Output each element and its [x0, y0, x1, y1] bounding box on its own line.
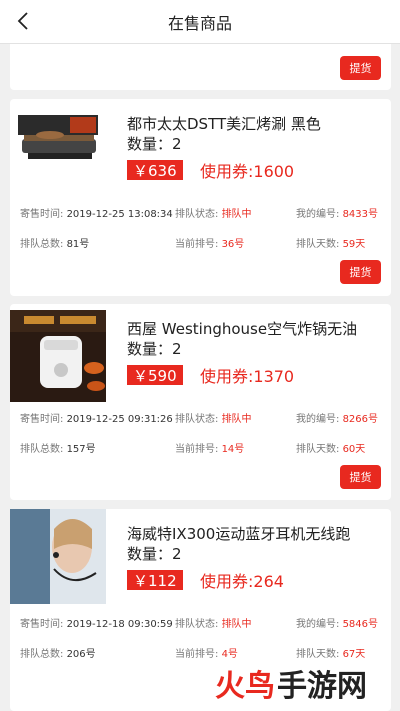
product-quantity: 数量：2: [127, 135, 182, 153]
product-card[interactable]: 都市太太DSTT美汇烤涮 黑色 数量：2 ￥636 使用券:1600 寄售时间:…: [10, 99, 391, 296]
price-tag: ￥112: [127, 570, 183, 590]
top-bar: 在售商品: [0, 0, 400, 44]
my-number: 我的编号: 8433号: [296, 205, 378, 220]
pickup-button[interactable]: 提货: [340, 56, 381, 80]
my-number-value: 8266号: [342, 414, 379, 425]
current-number: 当前排号: 36号: [175, 235, 244, 250]
my-number: 我的编号: 5846号: [296, 615, 378, 630]
queue-days-label: 排队天数:: [296, 239, 340, 250]
queue-total: 排队总数: 206号: [20, 645, 96, 660]
queue-total-value: 206号: [66, 649, 96, 660]
product-name: 海威特IX300运动蓝牙耳机无线跑: [127, 525, 351, 543]
consign-time-value: 2019-12-25 09:31:26: [66, 414, 173, 425]
queue-status-label: 排队状态:: [175, 414, 219, 425]
consign-time: 寄售时间: 2019-12-18 09:30:59: [20, 615, 173, 630]
queue-total: 排队总数: 157号: [20, 440, 96, 455]
queue-total-label: 排队总数:: [20, 649, 64, 660]
current-number-value: 14号: [221, 444, 245, 455]
queue-days-label: 排队天数:: [296, 444, 340, 455]
coupon-value: 使用券:1370: [200, 367, 295, 386]
my-number-label: 我的编号:: [296, 209, 340, 220]
queue-status: 排队状态: 排队中: [175, 410, 252, 425]
my-number-label: 我的编号:: [296, 414, 340, 425]
queue-status-value: 排队中: [221, 209, 252, 220]
queue-status-label: 排队状态:: [175, 619, 219, 630]
current-number: 当前排号: 4号: [175, 645, 238, 660]
pickup-button[interactable]: 提货: [340, 465, 381, 489]
product-image-grill: [10, 105, 106, 197]
queue-total-value: 81号: [66, 239, 90, 250]
price-tag: ￥636: [127, 160, 183, 180]
queue-days: 排队天数: 60天: [296, 440, 365, 455]
my-number-value: 8433号: [342, 209, 379, 220]
current-number-label: 当前排号:: [175, 444, 219, 455]
current-number-label: 当前排号:: [175, 239, 219, 250]
queue-days-value: 67天: [342, 649, 366, 660]
coupon-value: 使用券:264: [200, 572, 284, 591]
queue-days-label: 排队天数:: [296, 649, 340, 660]
product-image-air-fryer: [10, 310, 106, 402]
current-number-label: 当前排号:: [175, 649, 219, 660]
chevron-left-icon: [17, 12, 28, 30]
price-tag: ￥590: [127, 365, 183, 385]
consign-time-value: 2019-12-18 09:30:59: [66, 619, 173, 630]
queue-days-value: 59天: [342, 239, 366, 250]
consign-time: 寄售时间: 2019-12-25 13:08:34: [20, 205, 173, 220]
my-number-label: 我的编号:: [296, 619, 340, 630]
product-image-earphones: [10, 509, 106, 604]
queue-days-value: 60天: [342, 444, 366, 455]
queue-status: 排队状态: 排队中: [175, 615, 252, 630]
queue-total-value: 157号: [66, 444, 96, 455]
product-quantity: 数量：2: [127, 340, 182, 358]
pickup-button[interactable]: 提货: [340, 260, 381, 284]
current-number: 当前排号: 14号: [175, 440, 244, 455]
back-button[interactable]: [12, 10, 34, 32]
product-card[interactable]: 西屋 Westinghouse空气炸锅无油 数量：2 ￥590 使用券:1370…: [10, 304, 391, 500]
queue-status: 排队状态: 排队中: [175, 205, 252, 220]
product-name: 都市太太DSTT美汇烤涮 黑色: [127, 115, 321, 133]
current-number-value: 36号: [221, 239, 245, 250]
consign-time-label: 寄售时间:: [20, 209, 64, 220]
watermark-text-part1: 火鸟: [215, 669, 275, 704]
consign-time-label: 寄售时间:: [20, 414, 64, 425]
queue-total-label: 排队总数:: [20, 239, 64, 250]
consign-time: 寄售时间: 2019-12-25 09:31:26: [20, 410, 173, 425]
product-name: 西屋 Westinghouse空气炸锅无油: [127, 320, 358, 338]
product-card-partial: 提货: [10, 40, 391, 90]
watermark-logo: 火鸟 手游网: [200, 660, 382, 706]
page-title: 在售商品: [167, 13, 232, 33]
queue-total: 排队总数: 81号: [20, 235, 89, 250]
current-number-value: 4号: [221, 649, 238, 660]
queue-status-label: 排队状态:: [175, 209, 219, 220]
coupon-value: 使用券:1600: [200, 162, 295, 181]
queue-status-value: 排队中: [221, 619, 252, 630]
queue-total-label: 排队总数:: [20, 444, 64, 455]
queue-days: 排队天数: 67天: [296, 645, 365, 660]
watermark-text-part2: 手游网: [277, 669, 367, 704]
consign-time-label: 寄售时间:: [20, 619, 64, 630]
my-number-value: 5846号: [342, 619, 379, 630]
queue-days: 排队天数: 59天: [296, 235, 365, 250]
queue-status-value: 排队中: [221, 414, 252, 425]
consign-time-value: 2019-12-25 13:08:34: [66, 209, 173, 220]
my-number: 我的编号: 8266号: [296, 410, 378, 425]
product-quantity: 数量：2: [127, 545, 182, 563]
